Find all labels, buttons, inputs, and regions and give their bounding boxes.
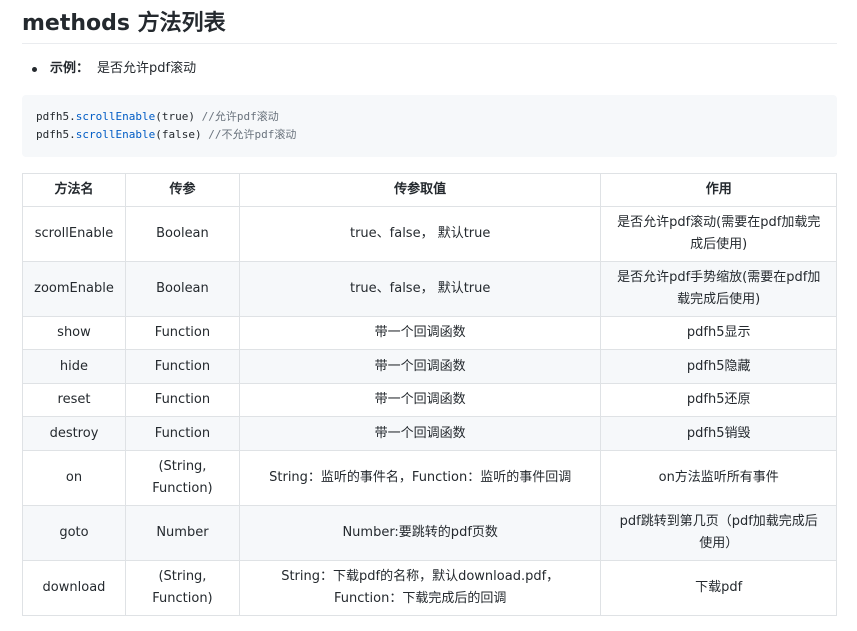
table-row: reset Function 带一个回调函数 pdfh5还原 <box>22 383 837 417</box>
example-list: 示例： 是否允许pdf滚动 <box>32 59 196 79</box>
table-row: destroy Function 带一个回调函数 pdfh5销毁 <box>22 416 837 451</box>
code-line: pdfh5.scrollEnable(false) //不允许pdf滚动 <box>36 126 823 144</box>
title-latin: methods <box>22 11 130 36</box>
code-block: pdfh5.scrollEnable(true) //允许pdf滚动 pdfh5… <box>22 95 837 157</box>
cell-method-name: scrollEnable <box>22 206 126 262</box>
example-text: 是否允许pdf滚动 <box>97 61 197 76</box>
cell-method-name: destroy <box>22 416 126 451</box>
cell-param: (String, Function) <box>124 450 240 506</box>
list-item: 示例： 是否允许pdf滚动 <box>32 59 196 79</box>
cell-param-value: Number:要跳转的pdf页数 <box>238 505 602 561</box>
header-param-value: 传参取值 <box>238 173 602 207</box>
table-row: download (String, Function) String：下载pdf… <box>22 560 837 616</box>
page-title: methods 方法列表 <box>22 0 837 44</box>
cell-param-value: 带一个回调函数 <box>238 383 602 417</box>
cell-effect: pdfh5还原 <box>600 383 837 417</box>
code-line: pdfh5.scrollEnable(true) //允许pdf滚动 <box>36 108 823 126</box>
cell-param: Function <box>124 349 240 384</box>
cell-effect: on方法监听所有事件 <box>600 450 837 506</box>
cell-effect: pdfh5显示 <box>600 316 837 350</box>
cell-param-value: 带一个回调函数 <box>238 416 602 451</box>
code-args: (false) <box>155 127 202 141</box>
table-row: hide Function 带一个回调函数 pdfh5隐藏 <box>22 349 837 384</box>
cell-param-value: String：下载pdf的名称，默认download.pdf，Function：… <box>238 560 602 616</box>
cell-method-name: show <box>22 316 126 350</box>
cell-param-value: 带一个回调函数 <box>238 316 602 350</box>
bullet-icon <box>32 66 37 72</box>
cell-effect: pdfh5销毁 <box>600 416 837 451</box>
cell-param: Number <box>124 505 240 561</box>
header-effect: 作用 <box>600 173 837 207</box>
cell-param-value: true、false， 默认true <box>238 261 602 317</box>
cell-method-name: zoomEnable <box>22 261 126 317</box>
code-object: pdfh5. <box>36 127 76 141</box>
cell-method-name: on <box>22 450 126 506</box>
example-label: 示例： <box>50 61 90 76</box>
table-row: zoomEnable Boolean true、false， 默认true 是否… <box>22 261 837 317</box>
cell-param: Boolean <box>124 206 240 262</box>
table-header-row: 方法名 传参 传参取值 作用 <box>22 173 837 207</box>
header-method-name: 方法名 <box>22 173 126 207</box>
cell-method-name: download <box>22 560 126 616</box>
cell-effect: 是否允许pdf手势缩放(需要在pdf加载完成后使用) <box>600 261 837 317</box>
code-comment: //不允许pdf滚动 <box>201 127 297 141</box>
cell-param: Function <box>124 316 240 350</box>
cell-param-value: true、false， 默认true <box>238 206 602 262</box>
cell-param: (String, Function) <box>124 560 240 616</box>
doc-page: methods 方法列表 示例： 是否允许pdf滚动 pdfh5.scrollE… <box>22 0 837 616</box>
code-method: scrollEnable <box>75 127 156 141</box>
cell-method-name: hide <box>22 349 126 384</box>
code-args: (true) <box>155 110 195 123</box>
header-param: 传参 <box>124 173 240 207</box>
cell-effect: 下载pdf <box>600 560 837 616</box>
table-row: on (String, Function) String：监听的事件名，Func… <box>22 450 837 506</box>
cell-param: Function <box>124 383 240 417</box>
title-cjk: 方法列表 <box>137 11 226 36</box>
cell-method-name: goto <box>22 505 126 561</box>
code-method: scrollEnable <box>75 110 156 123</box>
table-row: scrollEnable Boolean true、false， 默认true … <box>22 206 837 262</box>
code-comment: //允许pdf滚动 <box>194 110 279 123</box>
cell-effect: 是否允许pdf滚动(需要在pdf加载完成后使用) <box>600 206 837 262</box>
cell-method-name: reset <box>22 383 126 417</box>
cell-effect: pdf跳转到第几页（pdf加载完成后使用） <box>600 505 837 561</box>
cell-param: Boolean <box>124 261 240 317</box>
cell-param-value: 带一个回调函数 <box>238 349 602 384</box>
methods-table: 方法名 传参 传参取值 作用 scrollEnable Boolean true… <box>22 173 837 616</box>
table-row: goto Number Number:要跳转的pdf页数 pdf跳转到第几页（p… <box>22 505 837 561</box>
table-row: show Function 带一个回调函数 pdfh5显示 <box>22 316 837 350</box>
cell-effect: pdfh5隐藏 <box>600 349 837 384</box>
cell-param: Function <box>124 416 240 451</box>
code-object: pdfh5. <box>36 110 76 123</box>
cell-param-value: String：监听的事件名，Function：监听的事件回调 <box>238 450 602 506</box>
